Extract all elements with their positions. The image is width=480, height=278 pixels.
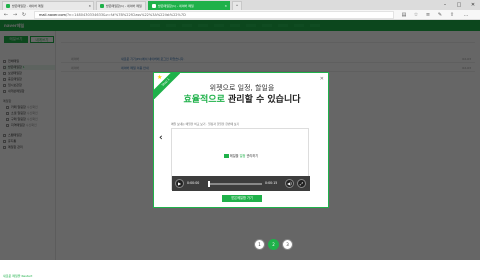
browser-tab[interactable]: 받은메일함 - 네이버 메일 ✕ [2,1,94,10]
notes-icon[interactable]: ✎ [436,11,444,19]
prev-arrow-icon[interactable]: ‹ [159,133,163,143]
video-controls: ▶ 0:00:00 0:00:15 ◀) ⤢ [172,176,310,191]
close-icon[interactable]: ✕ [88,4,91,8]
title-highlight: 효율적으로 [183,95,225,105]
star-icon: ★ [157,74,163,81]
step-pager: 1 2 3 [254,239,344,250]
url-domain: mail.naver.com [39,13,66,17]
time-total: 0:00:15 [265,181,278,185]
close-icon[interactable]: ✕ [320,76,324,82]
pager-button[interactable]: 1 [254,239,265,250]
mail-icon [100,4,104,8]
time-current: 0:00:00 [187,181,200,185]
pager-button[interactable]: 3 [282,239,293,250]
play-icon[interactable]: ▶ [175,179,184,188]
favorites-hub-icon[interactable]: ≡ [424,11,432,19]
address-toolbar: ← → ↻ mail.naver.com/?n=1480430334633&v=… [0,10,480,20]
video-text-a: 메일을 [229,154,240,158]
forward-icon[interactable]: → [11,11,19,19]
maximize-button[interactable]: □ [452,0,466,10]
go-to-inbox-button[interactable]: 받은메일함 가기 [222,195,262,202]
refresh-icon[interactable]: ↻ [20,11,28,19]
back-icon[interactable]: ← [2,11,10,19]
url-path: /?n=1480430334633&v=f#%7B%22fClass%22%3A… [65,13,186,17]
modal-title-line2: 효율적으로 관리할 수 있습니다 [154,92,330,105]
video-text-c: 관리하기 [246,154,259,158]
more-icon[interactable]: … [462,11,470,19]
video-content: 메일을 일정 관리하기 [172,153,310,158]
minimize-button[interactable]: – [438,0,452,10]
tab-label: 받은메일함(1) - 네이버 메일 [158,4,194,8]
sidebar-footer[interactable]: 새로운 메일을 Restart [3,274,32,278]
reading-view-icon[interactable]: ▤ [400,11,408,19]
new-tab-button[interactable]: + [232,1,242,10]
browser-tab[interactable]: 받은메일함(1) - 네이버 메일 [96,1,146,10]
pager-button-active[interactable]: 2 [268,239,279,250]
mail-icon [6,4,10,8]
tab-label: 받은메일함(1) - 네이버 메일 [106,4,142,8]
video-caption: 메일 보내는 메일을 비교 보기 · 일정과 할일을 한번에 보기 [171,122,240,126]
tutorial-modal: ★ Step 1 ✕ 위젯으로 일정, 할일을 효율적으로 관리할 수 있습니다… [153,72,329,208]
volume-icon[interactable]: ◀) [285,179,294,188]
title-rest: 관리할 수 있습니다 [224,95,301,105]
seek-bar[interactable] [210,183,262,185]
mail-icon [152,4,156,8]
close-icon[interactable]: ✕ [224,4,227,8]
video-player[interactable]: 메일을 일정 관리하기 ▶ 0:00:00 0:00:15 ◀) ⤢ [171,128,310,191]
tab-label: 받은메일함 - 네이버 메일 [12,4,44,8]
favorite-star-icon[interactable]: ☆ [412,11,420,19]
mail-icon [223,154,229,158]
browser-tab-active[interactable]: 받은메일함(1) - 네이버 메일 ✕ [148,1,230,10]
fullscreen-icon[interactable]: ⤢ [297,179,306,188]
url-field[interactable]: mail.naver.com/?n=1480430334633&v=f#%7B%… [34,11,394,19]
browser-tab-bar: 받은메일함 - 네이버 메일 ✕ 받은메일함(1) - 네이버 메일 받은메일함(… [0,0,480,10]
close-window-button[interactable]: ✕ [466,0,480,10]
seek-handle[interactable] [208,181,210,187]
share-icon[interactable]: ⇪ [448,11,456,19]
